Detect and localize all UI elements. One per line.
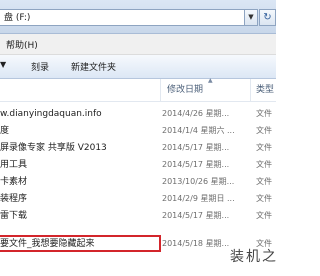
command-bar: ▼ 刻录 新建文件夹 [0, 55, 276, 79]
file-name: 卡素材 [0, 177, 28, 187]
column-modified-date[interactable]: 修改日期 [160, 79, 252, 101]
menu-bar: 帮助(H) [0, 34, 276, 55]
file-name: 度 [0, 126, 10, 136]
file-date: 2014/5/18 星期... [162, 239, 230, 248]
file-name: 屏录像专家 共享版 V2013 [0, 143, 107, 153]
file-type: 文件 [256, 143, 272, 152]
list-item[interactable]: 装程序 2014/2/9 星期日 ... 文件 [0, 191, 276, 207]
column-type[interactable]: 类型 [250, 79, 296, 101]
list-item[interactable]: 雷下载 2014/5/17 星期... 文件 [0, 208, 276, 224]
burn-button[interactable]: 刻录 [31, 60, 49, 73]
address-bar: 盘 (F:) ▼ ↻ [0, 0, 276, 34]
column-header: ▲ 修改日期 类型 [0, 77, 276, 102]
address-field[interactable]: 盘 (F:) [0, 9, 246, 26]
file-date: 2014/5/17 星期... [162, 211, 230, 220]
list-item[interactable]: 卡素材 2013/10/26 星期... 文件 [0, 174, 276, 190]
new-folder-button[interactable]: 新建文件夹 [71, 60, 116, 73]
file-date: 2014/1/4 星期六 ... [162, 126, 235, 135]
file-type: 文件 [256, 177, 272, 186]
file-date: 2014/5/17 星期... [162, 143, 230, 152]
refresh-icon[interactable]: ↻ [259, 9, 276, 26]
list-item[interactable]: 用工具 2014/5/17 星期... 文件 [0, 157, 276, 173]
file-type: 文件 [256, 194, 272, 203]
list-item[interactable]: 度 2014/1/4 星期六 ... 文件 [0, 123, 276, 139]
highlight-annotation [0, 235, 161, 252]
file-name: 雷下载 [0, 211, 28, 221]
file-type: 文件 [256, 126, 272, 135]
file-name: w.dianyingdaquan.info [0, 109, 102, 119]
file-date: 2014/5/17 星期... [162, 160, 230, 169]
chevron-down-icon[interactable]: ▼ [0, 60, 6, 69]
list-item[interactable]: w.dianyingdaquan.info 2014/4/26 星期... 文件 [0, 106, 276, 122]
file-date: 2013/10/26 星期... [162, 177, 235, 186]
chevron-down-icon[interactable]: ▼ [244, 9, 258, 26]
file-type: 文件 [256, 109, 272, 118]
file-type: 文件 [256, 160, 272, 169]
file-name: 装程序 [0, 194, 28, 204]
watermark: 装机之 [230, 249, 278, 265]
file-type: 文件 [256, 211, 272, 220]
file-date: 2014/2/9 星期日 ... [162, 194, 235, 203]
list-item[interactable]: 屏录像专家 共享版 V2013 2014/5/17 星期... 文件 [0, 140, 276, 156]
file-date: 2014/4/26 星期... [162, 109, 230, 118]
menu-help[interactable]: 帮助(H) [6, 38, 38, 51]
file-name: 用工具 [0, 160, 28, 170]
